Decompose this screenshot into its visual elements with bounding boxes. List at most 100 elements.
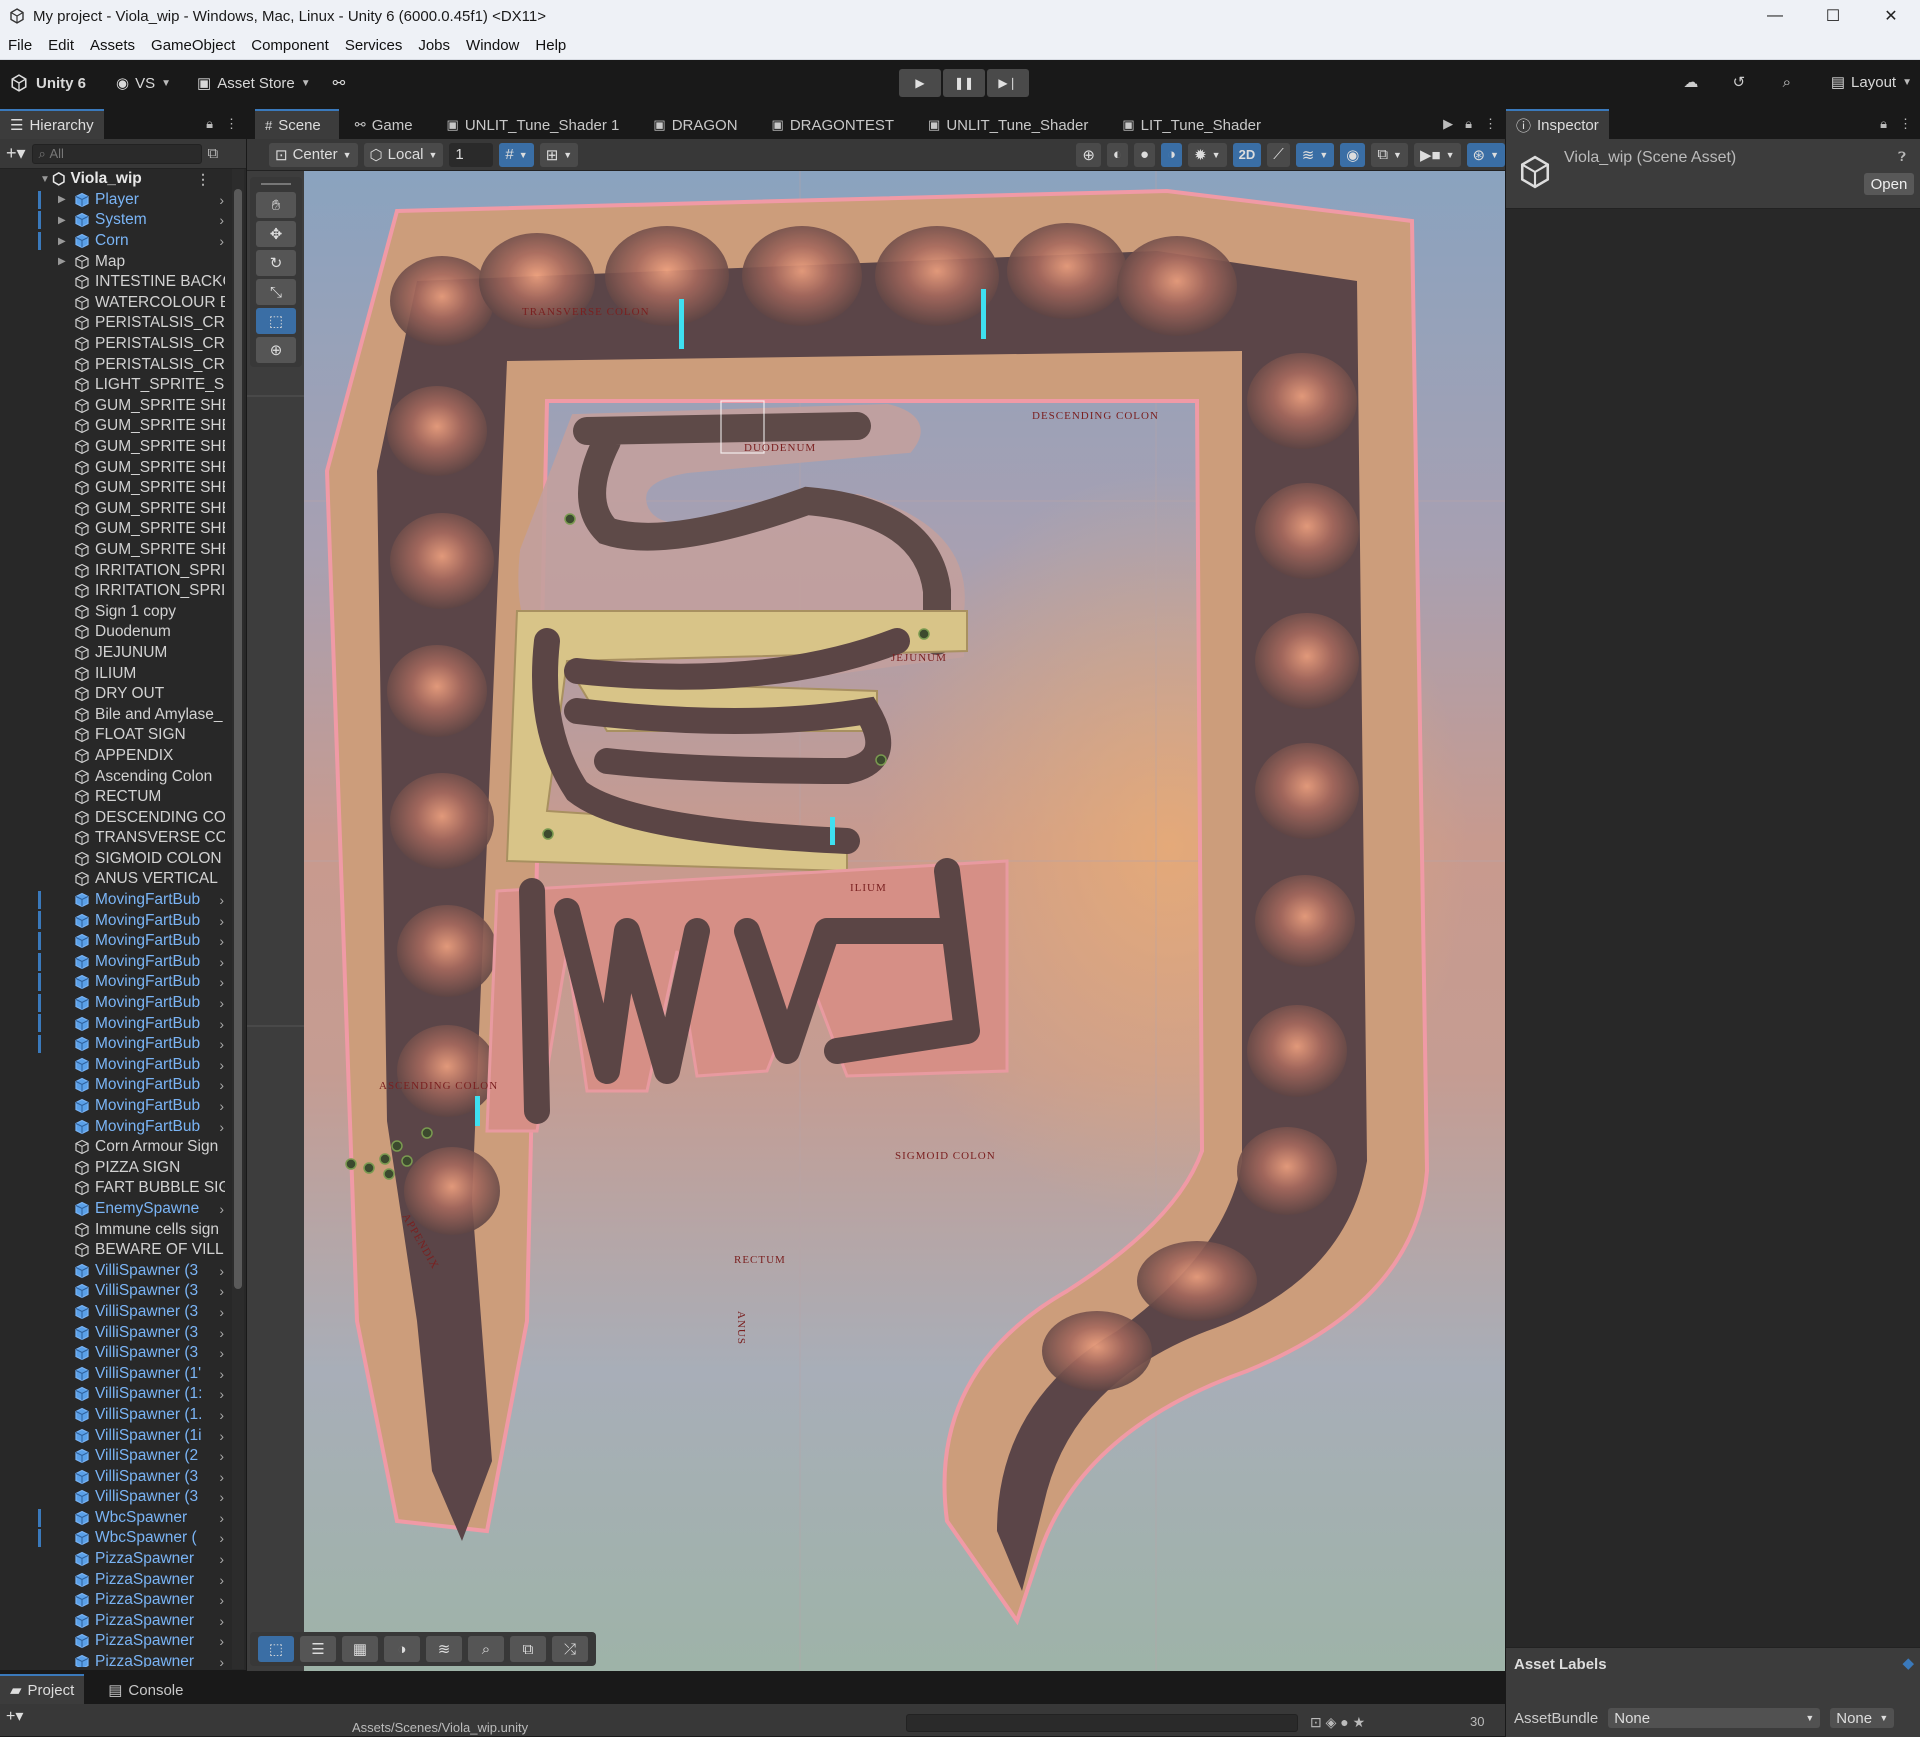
chevron-right-icon[interactable]: › [219,1448,224,1464]
minimize-button[interactable]: — [1746,0,1804,32]
fx-toggle-button[interactable]: ≋ ▼ [1295,142,1335,167]
chevron-right-icon[interactable]: › [219,974,224,990]
hierarchy-item[interactable]: WbcSpawner › [0,1508,230,1529]
help-icon[interactable]: ❓︎ [1898,149,1906,165]
chevron-right-icon[interactable]: › [219,1098,224,1114]
chevron-right-icon[interactable]: › [219,1036,224,1052]
tab-inspector[interactable]: ⓘ Inspector [1506,109,1609,139]
scale-tool-button[interactable]: ⤡ [256,279,296,305]
cloud-icon[interactable]: ☁ [1677,68,1705,96]
expand-arrow-icon[interactable]: ▼ [40,174,52,185]
hierarchy-item[interactable]: PizzaSpawner › [0,1569,230,1590]
hierarchy-item[interactable]: VilliSpawner (3 › [0,1343,230,1364]
menu-file[interactable]: File [0,37,40,54]
maximize-button[interactable]: ☐ [1804,0,1862,32]
tab-project[interactable]: ▰ Project [0,1674,85,1704]
add-icon[interactable]: +▾ [6,1706,23,1726]
history-icon[interactable]: ↺ [1725,68,1753,96]
visibility-toggle-button[interactable]: ◉ [1340,142,1366,167]
chevron-right-icon[interactable]: › [219,1469,224,1485]
hierarchy-item[interactable]: ▶ Corn › [0,231,230,252]
hierarchy-item[interactable]: MovingFartBub › [0,910,230,931]
play-button[interactable]: ▶ [899,69,941,97]
hierarchy-item[interactable]: Immune cells sign [0,1219,230,1240]
hierarchy-item[interactable]: GUM_SPRITE SHE [0,457,230,478]
chevron-right-icon[interactable]: › [219,1325,224,1341]
hierarchy-item[interactable]: PizzaSpawner › [0,1549,230,1570]
hierarchy-item[interactable]: MovingFartBub › [0,1055,230,1076]
menu-assets[interactable]: Assets [82,37,143,54]
open-button[interactable]: Open [1864,173,1914,195]
shuffle-tool[interactable]: ⤮ [552,1636,588,1662]
close-button[interactable]: ✕ [1862,0,1920,32]
chevron-right-icon[interactable]: › [219,1551,224,1567]
chevron-right-icon[interactable]: › [219,1386,224,1402]
chevron-right-icon[interactable]: › [219,1345,224,1361]
settings-tool[interactable]: ☰ [300,1636,336,1662]
hierarchy-scrollbar[interactable] [232,169,244,1669]
vs-account-dropdown[interactable]: ◉ VS ▼ [116,74,171,93]
hierarchy-item[interactable]: TRANSVERSE CO [0,828,230,849]
scene-tab[interactable]: ▣ UNLIT_Tune_Shader [918,109,1106,139]
debug-draw-button[interactable]: ✹ ▼ [1188,142,1227,167]
hierarchy-item[interactable]: ▶ Map [0,251,230,272]
rect-select-tool[interactable]: ⬚ [258,1636,294,1662]
palette-handle[interactable] [261,183,291,185]
chevron-right-icon[interactable]: › [219,212,224,228]
hierarchy-item[interactable]: VilliSpawner (3 › [0,1466,230,1487]
hierarchy-item[interactable]: MovingFartBub › [0,1034,230,1055]
hierarchy-item[interactable]: MovingFartBub › [0,972,230,993]
chevron-right-icon[interactable]: › [219,192,224,208]
hierarchy-item[interactable]: MovingFartBub › [0,1013,230,1034]
hierarchy-item[interactable]: INTESTINE BACKG [0,272,230,293]
hierarchy-scene-row[interactable]: ▼ ⬡ Viola_wip ⋮ [0,169,230,190]
rotate-tool-button[interactable]: ↻ [256,250,296,276]
hierarchy-item[interactable]: PizzaSpawner › [0,1590,230,1611]
scene-tab[interactable]: ⚯ Game [345,109,431,139]
hierarchy-item[interactable]: ▶ System › [0,210,230,231]
unity-account-button[interactable]: Unity 6 [10,74,86,92]
version-control-icon[interactable]: ⚯ [333,74,346,92]
expand-arrow-icon[interactable]: ▶ [58,194,70,205]
hierarchy-item[interactable]: PERISTALSIS_CRU [0,334,230,355]
kebab-menu-icon[interactable]: ⋮ [225,116,238,132]
menu-edit[interactable]: Edit [40,37,82,54]
scene-tab[interactable]: ▣ DRAGON [643,109,755,139]
chevron-right-icon[interactable]: › [219,1428,224,1444]
expand-arrow-icon[interactable]: ▶ [58,236,70,247]
hierarchy-item[interactable]: GUM_SPRITE SHE [0,499,230,520]
hierarchy-item[interactable]: Duodenum [0,622,230,643]
hierarchy-item[interactable]: VilliSpawner (1i › [0,1425,230,1446]
hierarchy-item[interactable]: Ascending Colon [0,766,230,787]
hierarchy-item[interactable]: MovingFartBub › [0,952,230,973]
chevron-right-icon[interactable]: › [219,1077,224,1093]
hierarchy-item[interactable]: VilliSpawner (3 › [0,1322,230,1343]
scene-tab[interactable]: # Scene [255,109,339,139]
layers-tool[interactable]: ≋ [426,1636,462,1662]
chevron-right-icon[interactable]: › [219,233,224,249]
hierarchy-search-input[interactable]: ⌕ All [31,143,202,164]
hierarchy-item[interactable]: GUM_SPRITE SHE [0,540,230,561]
hierarchy-item[interactable]: PIZZA SIGN [0,1158,230,1179]
step-button[interactable]: ▶❘ [987,69,1029,97]
scene-tab[interactable]: ▣ LIT_Tune_Shader [1112,109,1279,139]
tag-icon[interactable]: ◆ [1902,1654,1914,1672]
hierarchy-item[interactable]: VilliSpawner (3 › [0,1281,230,1302]
lock-icon[interactable]: 🔒︎ [1465,116,1472,132]
hierarchy-item[interactable]: DESCENDING CO [0,807,230,828]
add-icon[interactable]: +▾ [6,143,26,164]
chevron-right-icon[interactable]: › [219,1263,224,1279]
hierarchy-item[interactable]: MovingFartBub › [0,1096,230,1117]
chevron-right-icon[interactable]: › [219,933,224,949]
pivot-dropdown[interactable]: ⊡ Center ▼ [269,142,358,167]
hierarchy-item[interactable]: WbcSpawner (› [0,1528,230,1549]
hierarchy-item[interactable]: PERISTALSIS_CRU [0,313,230,334]
scrollbar-thumb[interactable] [234,189,242,1289]
hierarchy-item[interactable]: MovingFartBub › [0,1075,230,1096]
hierarchy-item[interactable]: WATERCOLOUR B [0,293,230,314]
asset-store-dropdown[interactable]: ▣ Asset Store ▼ [197,74,311,93]
menu-component[interactable]: Component [243,37,337,54]
hierarchy-item[interactable]: MovingFartBub › [0,890,230,911]
hierarchy-item[interactable]: EnemySpawne › [0,1199,230,1220]
shading-shaded-button[interactable]: ● [1133,142,1156,167]
